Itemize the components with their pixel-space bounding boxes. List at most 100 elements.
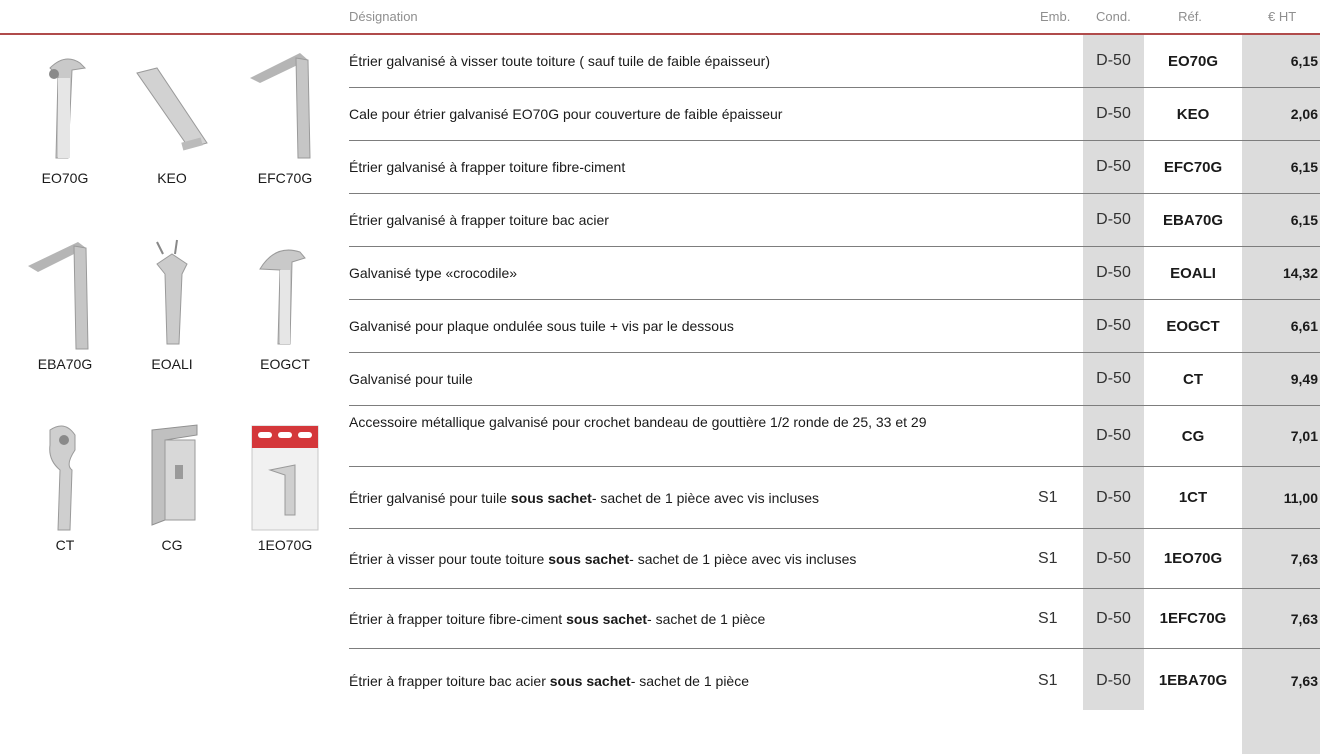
row-ref: 1EBA70G: [1158, 672, 1228, 689]
row-price: 7,63: [1290, 610, 1318, 627]
stirrup-long-icon: [250, 53, 311, 159]
row-cond: D-50: [1096, 549, 1131, 567]
stirrup-screw-icon: [49, 58, 87, 159]
row-emb: [1038, 300, 1068, 352]
crocodile-clip-icon: [156, 239, 188, 345]
table-row: Étrier galvanisé à visser toute toiture …: [349, 35, 1320, 88]
table-row: Étrier à frapper toiture fibre-ciment so…: [349, 589, 1320, 649]
desc-text: Étrier à frapper toiture bac acier: [349, 672, 546, 689]
column-header-ref: Réf.: [1178, 9, 1202, 24]
table-row: Étrier à visser pour toute toiture sous …: [349, 529, 1320, 589]
row-description: Galvanisé pour tuile: [349, 371, 473, 387]
row-price: 7,01: [1290, 428, 1318, 444]
product-label: EOALI: [151, 356, 193, 372]
row-cond: D-50: [1096, 317, 1131, 334]
row-cond: D-50: [1096, 105, 1131, 122]
table-row: Cale pour étrier galvanisé EO70G pour co…: [349, 88, 1320, 141]
row-cond: D-50: [1096, 671, 1131, 689]
row-emb: S1: [1038, 549, 1058, 567]
row-cond: D-50: [1096, 370, 1131, 387]
row-ref: 1EO70G: [1163, 550, 1223, 567]
sachet-icon: [251, 425, 319, 531]
row-price: 6,15: [1290, 212, 1318, 228]
row-description: Étrier à visser pour toute toiture sous …: [349, 529, 1029, 588]
row-description: Galvanisé type «crocodile»: [349, 265, 518, 281]
product-label: CT: [55, 537, 75, 553]
row-cond: D-50: [1096, 488, 1131, 506]
row-ref: CT: [1183, 370, 1203, 388]
product-thumb-ct: CT: [15, 420, 115, 553]
row-price: 6,61: [1290, 318, 1318, 334]
row-description: Étrier à frapper toiture fibre-ciment so…: [349, 589, 1029, 648]
row-price: 6,15: [1290, 53, 1318, 69]
table-row: Galvanisé pour tuile D-50 CT 9,49: [349, 353, 1320, 406]
table-row: Étrier galvanisé à frapper toiture bac a…: [349, 194, 1320, 247]
row-emb: S1: [1038, 609, 1058, 627]
row-price: 11,00: [1283, 489, 1318, 506]
product-thumb-eoali: EOALI: [122, 234, 222, 372]
row-ref: EOALI: [1170, 264, 1216, 282]
row-description: Étrier à frapper toiture bac acier sous …: [349, 649, 1029, 712]
desc-text: - sachet de 1 pièce avec vis incluses: [629, 550, 857, 567]
row-emb: [1038, 194, 1068, 246]
column-header-emb: Emb.: [1040, 9, 1071, 24]
product-label: KEO: [157, 170, 187, 186]
table-row: Étrier à frapper toiture bac acier sous …: [349, 649, 1320, 712]
row-ref: EBA70G: [1162, 211, 1224, 229]
table-row: Accessoire métallique galvanisé pour cro…: [349, 406, 1320, 467]
row-ref: EO70G: [1167, 52, 1219, 70]
row-cond: D-50: [1096, 52, 1131, 69]
table-row: Galvanisé pour plaque ondulée sous tuile…: [349, 300, 1320, 353]
desc-text: - sachet de 1 pièce avec vis incluses: [591, 489, 820, 506]
product-label: EO70G: [41, 170, 89, 186]
desc-bold: sous sachet: [510, 489, 592, 506]
desc-text: Étrier galvanisé pour tuile: [349, 489, 507, 506]
row-cond: D-50: [1096, 609, 1131, 627]
row-ref: 1EFC70G: [1159, 610, 1227, 627]
row-description: Galvanisé pour plaque ondulée sous tuile…: [349, 318, 734, 334]
shim-icon: [136, 67, 208, 151]
product-label: CG: [161, 537, 183, 553]
desc-text: - sachet de 1 pièce: [647, 610, 766, 627]
table-row: Galvanisé type «crocodile» D-50 EOALI 14…: [349, 247, 1320, 300]
row-cond: D-50: [1096, 211, 1131, 228]
product-thumb-1eo70g: 1EO70G: [235, 420, 335, 553]
row-ref: CG: [1181, 427, 1205, 445]
row-price: 6,15: [1290, 159, 1318, 175]
column-header-cond: Cond.: [1096, 9, 1131, 24]
product-thumb-eogct: EOGCT: [235, 234, 335, 372]
product-thumb-eba70g: EBA70G: [15, 234, 115, 372]
row-emb: [1038, 406, 1068, 466]
desc-text: Étrier à visser pour toute toiture: [349, 550, 545, 567]
product-label: 1EO70G: [257, 537, 313, 553]
product-thumb-efc70g: EFC70G: [235, 48, 335, 186]
product-thumb-eo70g: EO70G: [15, 48, 115, 186]
row-price: 14,32: [1282, 265, 1318, 281]
desc-text: Étrier à frapper toiture fibre-ciment: [349, 610, 563, 627]
row-ref: KEO: [1176, 105, 1210, 123]
row-ref: EOGCT: [1166, 317, 1220, 335]
row-price: 2,06: [1290, 106, 1318, 122]
row-cond: D-50: [1096, 427, 1131, 444]
row-price: 7,63: [1290, 550, 1318, 567]
product-thumb-keo: KEO: [122, 48, 222, 186]
desc-bold: sous sachet: [549, 672, 631, 689]
desc-bold: sous sachet: [548, 550, 630, 567]
product-label: EBA70G: [37, 356, 93, 372]
row-emb: S1: [1038, 488, 1058, 506]
product-thumb-cg: CG: [122, 420, 222, 553]
row-cond: D-50: [1096, 264, 1131, 281]
row-cond: D-50: [1096, 158, 1131, 175]
product-label: EFC70G: [257, 170, 313, 186]
stirrup-long-icon: [28, 242, 89, 350]
row-description: Accessoire métallique galvanisé pour cro…: [349, 414, 927, 430]
product-label: EOGCT: [260, 356, 310, 372]
column-header-price: € HT: [1268, 9, 1297, 24]
row-description: Étrier galvanisé à frapper toiture fibre…: [349, 159, 626, 175]
row-emb: [1038, 353, 1068, 405]
stirrup-screw-icon: [259, 249, 306, 345]
row-emb: [1038, 88, 1068, 140]
desc-bold: sous sachet: [566, 610, 648, 627]
row-description: Étrier galvanisé pour tuile sous sachet …: [349, 467, 1029, 528]
column-header-designation: Désignation: [349, 9, 418, 24]
